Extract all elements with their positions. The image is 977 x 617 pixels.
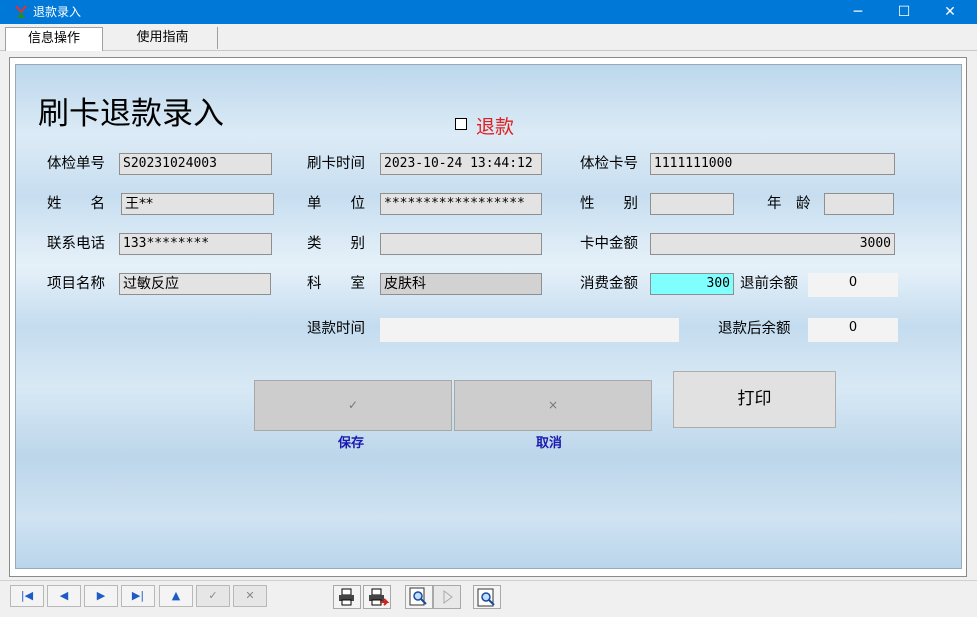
after-balance-field[interactable]: 0 — [808, 318, 898, 342]
cancel-button-label[interactable]: 取消 — [536, 432, 562, 451]
save-button-label[interactable]: 保存 — [338, 432, 364, 451]
name-label: 姓 名 — [47, 196, 105, 212]
dept-label: 科 室 — [307, 276, 365, 292]
first-record-icon[interactable]: |◀ — [10, 585, 44, 607]
unit-label: 单 位 — [307, 196, 365, 212]
refund-checkbox-label: 退款 — [476, 116, 515, 138]
zoom-glyph — [477, 588, 495, 607]
refund-checkbox[interactable] — [455, 118, 467, 130]
category-label: 类 别 — [307, 236, 365, 252]
up-icon[interactable]: ▲ — [159, 585, 193, 607]
refund-time-field[interactable] — [380, 318, 679, 342]
title-bar: 退款录入 ─ ☐ ✕ — [0, 0, 977, 24]
consume-amount-field[interactable]: 300 — [650, 273, 734, 295]
phone-field[interactable]: 133******** — [119, 233, 272, 255]
search-icon[interactable] — [405, 585, 433, 609]
zoom-icon[interactable] — [473, 585, 501, 609]
minimize-button[interactable]: ─ — [835, 0, 881, 24]
window-title: 退款录入 — [33, 5, 82, 19]
magnifier-glyph — [409, 587, 427, 606]
cancel-button[interactable]: × — [454, 380, 652, 431]
gender-label: 性 别 — [580, 196, 638, 212]
exam-no-label: 体检单号 — [47, 156, 105, 172]
tab-strip: 信息操作 使用指南 — [0, 24, 977, 51]
prev-record-icon[interactable]: ◀ — [47, 585, 81, 607]
page-title: 刷卡退款录入 — [38, 96, 224, 132]
cancel-edit-icon[interactable]: ✕ — [233, 585, 267, 607]
card-time-label: 刷卡时间 — [307, 156, 365, 172]
play-icon[interactable] — [433, 585, 461, 609]
tab-info-operation[interactable]: 信息操作 — [5, 27, 103, 51]
item-name-field[interactable]: 过敏反应 — [119, 273, 271, 295]
play-glyph — [443, 590, 453, 604]
card-time-field[interactable]: 2023-10-24 13:44:12 — [380, 153, 542, 175]
category-field[interactable] — [380, 233, 542, 255]
check-icon: ✓ — [347, 398, 359, 412]
save-button[interactable]: ✓ — [254, 380, 452, 431]
age-label: 年 龄 — [767, 196, 811, 212]
before-balance-label: 退前余额 — [740, 276, 798, 292]
card-balance-field[interactable]: 3000 — [650, 233, 895, 255]
card-no-field[interactable]: 1111111000 — [650, 153, 895, 175]
confirm-icon[interactable]: ✓ — [196, 585, 230, 607]
card-no-label: 体检卡号 — [580, 156, 638, 172]
phone-label: 联系电话 — [47, 236, 105, 252]
x-icon: × — [547, 398, 559, 412]
before-balance-field[interactable]: 0 — [808, 273, 898, 297]
close-button[interactable]: ✕ — [927, 0, 973, 24]
unit-field[interactable]: ****************** — [380, 193, 542, 215]
consume-amount-label: 消费金额 — [580, 276, 638, 292]
next-record-icon[interactable]: ▶ — [84, 585, 118, 607]
name-field[interactable]: 王** — [121, 193, 274, 215]
age-field[interactable] — [824, 193, 894, 215]
dept-field[interactable]: 皮肤科 — [380, 273, 542, 295]
exam-no-field[interactable]: S20231024003 — [119, 153, 272, 175]
print-button[interactable]: 打印 — [673, 371, 836, 428]
app-icon — [15, 5, 27, 18]
after-balance-label: 退款后余额 — [718, 321, 791, 337]
card-balance-label: 卡中金额 — [580, 236, 638, 252]
refund-time-label: 退款时间 — [307, 321, 365, 337]
maximize-button[interactable]: ☐ — [881, 0, 927, 24]
printer-red-glyph — [369, 588, 390, 606]
last-record-icon[interactable]: ▶| — [121, 585, 155, 607]
printer-glyph — [339, 588, 354, 606]
print-preview-icon[interactable] — [363, 585, 391, 609]
printer-icon[interactable] — [333, 585, 361, 609]
item-name-label: 项目名称 — [47, 276, 105, 292]
form-panel — [15, 64, 962, 569]
gender-field[interactable] — [650, 193, 734, 215]
tab-user-guide[interactable]: 使用指南 — [108, 27, 218, 49]
